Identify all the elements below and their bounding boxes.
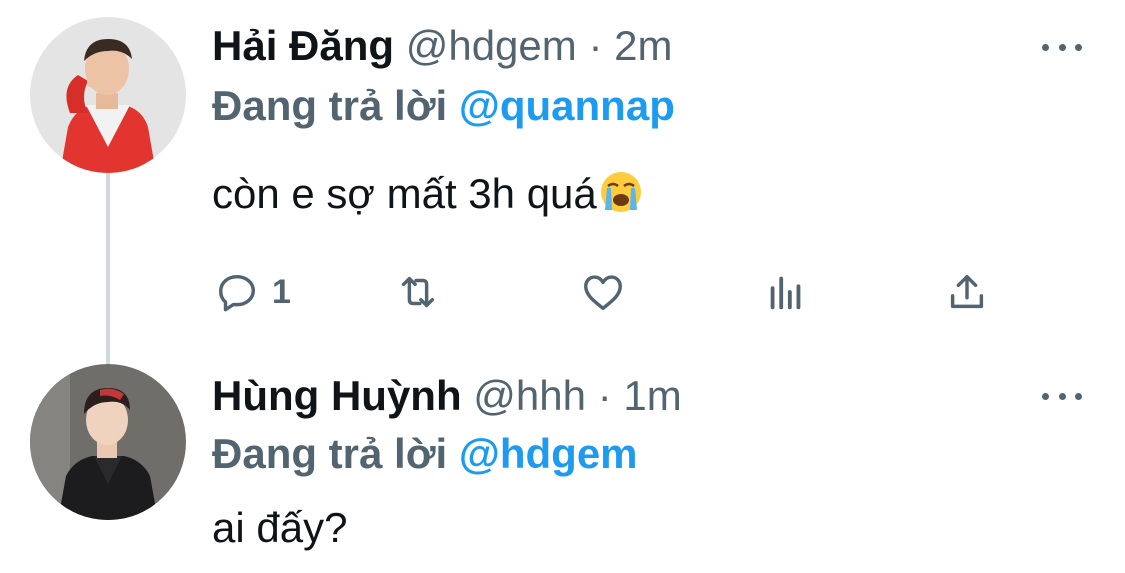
share-icon — [950, 274, 984, 309]
user-handle[interactable]: @hhh — [473, 372, 586, 419]
reply-mention-link[interactable]: @hdgem — [459, 430, 638, 477]
replying-to-line: Đang trả lời @quannap — [212, 80, 675, 132]
analytics-button[interactable] — [763, 266, 809, 318]
more-icon[interactable] — [1040, 386, 1084, 406]
avatar-image — [30, 364, 186, 520]
tweet-timestamp[interactable]: 1m — [623, 372, 681, 419]
reply-count: 1 — [272, 272, 291, 311]
reply-mention-link[interactable]: @quannap — [459, 82, 675, 129]
analytics-icon — [770, 276, 801, 310]
tweet-header: Hùng Huỳnh @hhh · 1m — [212, 370, 682, 422]
like-button[interactable] — [580, 266, 626, 318]
tweet-text-content: ai đấy? — [212, 504, 348, 551]
avatar[interactable] — [30, 364, 186, 520]
separator-dot: · — [588, 22, 603, 69]
replying-to-label: Đang trả lời — [212, 430, 448, 477]
tweet-text-content: còn e sợ mất 3h quá — [212, 170, 597, 217]
tweet-text: còn e sợ mất 3h quá — [212, 168, 643, 220]
separator-dot: · — [597, 372, 612, 419]
retweet-button[interactable] — [395, 266, 441, 318]
share-button[interactable] — [944, 266, 990, 318]
heart-icon — [584, 275, 622, 311]
tweet-text: ai đấy? — [212, 502, 347, 554]
user-handle[interactable]: @hdgem — [406, 22, 577, 69]
tweet-timestamp[interactable]: 2m — [614, 22, 672, 69]
avatar[interactable] — [30, 17, 186, 173]
reply-button[interactable]: 1 — [214, 266, 291, 318]
loudly-crying-face-icon — [600, 172, 641, 212]
reply-icon — [218, 274, 256, 312]
thread-connector-line — [106, 172, 110, 364]
replying-to-label: Đang trả lời — [212, 82, 448, 129]
display-name[interactable]: Hải Đăng — [212, 22, 394, 69]
tweet-header: Hải Đăng @hdgem · 2m — [212, 20, 672, 72]
display-name[interactable]: Hùng Huỳnh — [212, 372, 462, 419]
retweet-icon — [401, 276, 435, 308]
replying-to-line: Đang trả lời @hdgem — [212, 428, 638, 480]
avatar-image — [30, 17, 186, 173]
more-icon[interactable] — [1040, 37, 1084, 57]
